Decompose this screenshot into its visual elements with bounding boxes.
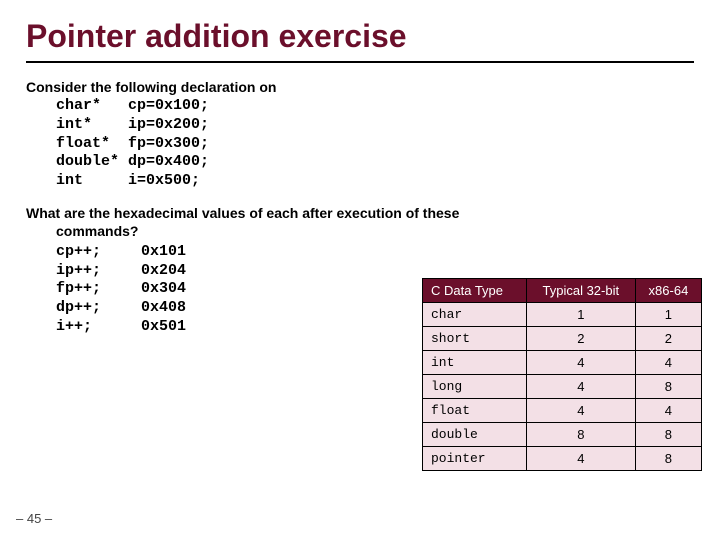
table-header-type: C Data Type	[423, 279, 527, 303]
size64-cell: 8	[635, 447, 701, 471]
slide: Pointer addition exercise Consider the f…	[0, 0, 720, 540]
type-cell: double	[423, 423, 527, 447]
intro-text: Consider the following declaration on	[26, 79, 694, 95]
slide-title: Pointer addition exercise	[26, 18, 694, 55]
size64-cell: 2	[635, 327, 701, 351]
size64-cell: 4	[635, 351, 701, 375]
type-cell: int	[423, 351, 527, 375]
title-rule	[26, 61, 694, 63]
table-header-32bit: Typical 32-bit	[526, 279, 635, 303]
size32-cell: 1	[526, 303, 635, 327]
answers-code: 0x101 0x204 0x304 0x408 0x501	[141, 243, 186, 337]
page-number: – 45 –	[16, 511, 52, 526]
declarations-code: char* cp=0x100; int* ip=0x200; float* fp…	[56, 97, 694, 191]
type-cell: pointer	[423, 447, 527, 471]
sizes-table: C Data Type Typical 32-bit x86-64 char 1…	[422, 278, 702, 471]
table-row: pointer 4 8	[423, 447, 702, 471]
size64-cell: 1	[635, 303, 701, 327]
size32-cell: 2	[526, 327, 635, 351]
table-header-x8664: x86-64	[635, 279, 701, 303]
size64-cell: 8	[635, 375, 701, 399]
type-cell: long	[423, 375, 527, 399]
size32-cell: 4	[526, 399, 635, 423]
size64-cell: 4	[635, 399, 701, 423]
question-line1: What are the hexadecimal values of each …	[26, 205, 694, 221]
spacer	[26, 191, 694, 205]
table-row: long 4 8	[423, 375, 702, 399]
table-row: int 4 4	[423, 351, 702, 375]
table-header-row: C Data Type Typical 32-bit x86-64	[423, 279, 702, 303]
table-row: short 2 2	[423, 327, 702, 351]
size32-cell: 4	[526, 447, 635, 471]
size32-cell: 4	[526, 351, 635, 375]
table-row: char 1 1	[423, 303, 702, 327]
size32-cell: 4	[526, 375, 635, 399]
size32-cell: 8	[526, 423, 635, 447]
table-body: char 1 1 short 2 2 int 4 4 long 4 8 floa…	[423, 303, 702, 471]
type-cell: char	[423, 303, 527, 327]
table-row: float 4 4	[423, 399, 702, 423]
table-row: double 8 8	[423, 423, 702, 447]
question-line2: commands?	[56, 223, 694, 239]
type-cell: float	[423, 399, 527, 423]
size64-cell: 8	[635, 423, 701, 447]
type-cell: short	[423, 327, 527, 351]
